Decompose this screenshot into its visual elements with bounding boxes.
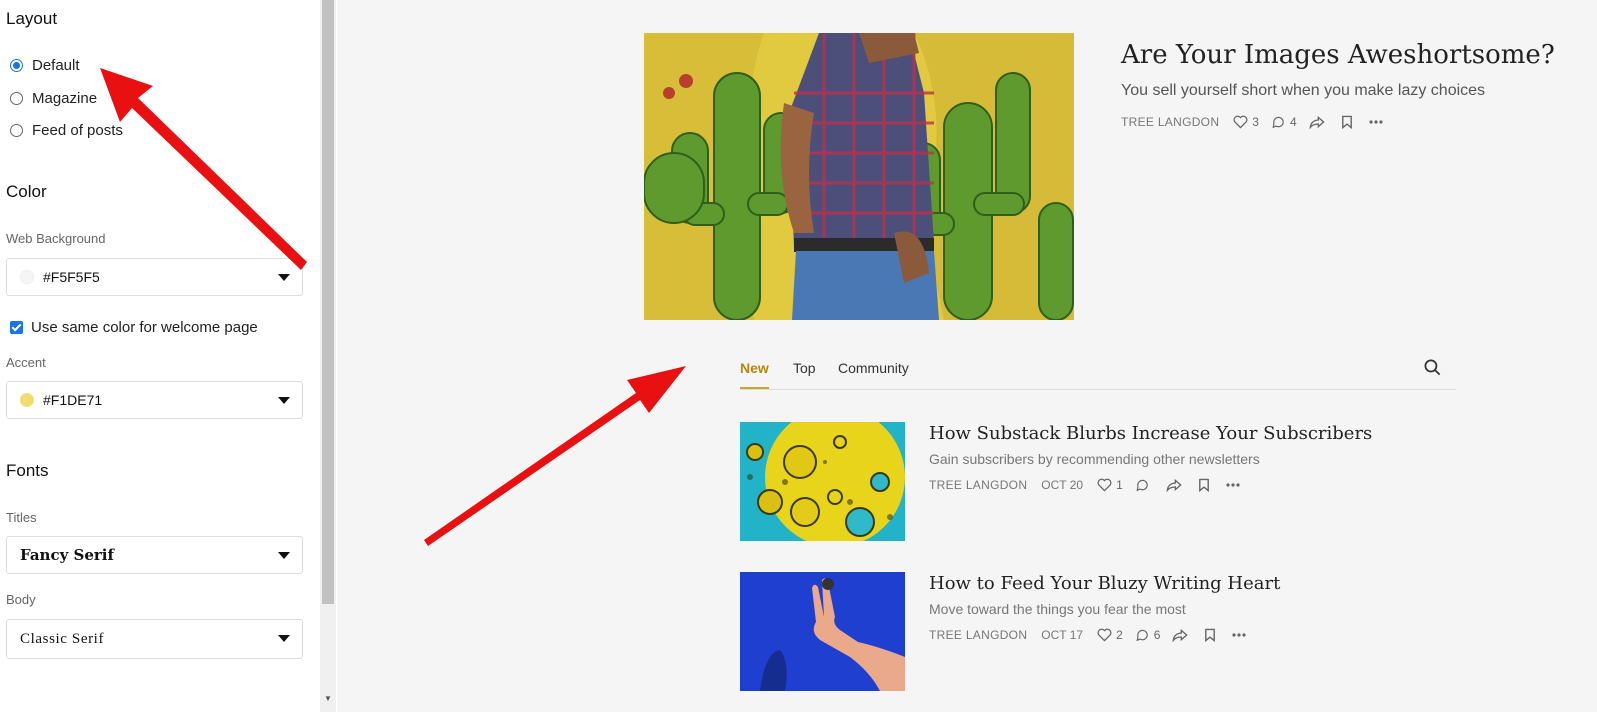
same-color-checkbox-row[interactable]: Use same color for welcome page <box>10 319 258 336</box>
web-background-select[interactable]: #F5F5F5 <box>6 258 303 296</box>
heart-icon <box>1097 478 1112 492</box>
comment-button[interactable] <box>1135 478 1154 492</box>
color-swatch-icon <box>20 270 34 284</box>
radio-feed[interactable] <box>10 124 23 137</box>
like-button[interactable]: 1 <box>1097 478 1123 492</box>
post-date: OCT 20 <box>1041 478 1084 492</box>
share-icon <box>1309 115 1325 129</box>
post-author[interactable]: TREE LANGDON <box>929 478 1027 492</box>
web-background-label: Web Background <box>6 231 106 246</box>
sidebar-scrollbar-thumb[interactable] <box>322 0 334 604</box>
like-button[interactable]: 2 <box>1097 628 1123 642</box>
like-button[interactable]: 3 <box>1233 115 1259 129</box>
bookmark-icon <box>1205 628 1216 642</box>
same-color-checkbox[interactable] <box>10 321 23 334</box>
heart-icon <box>1097 628 1112 642</box>
layout-section-title: Layout <box>6 9 58 28</box>
hero-post-subtitle: You sell yourself short when you make la… <box>1121 82 1486 99</box>
accent-label: Accent <box>6 355 46 370</box>
post-tabs: New Top Community <box>740 352 1456 390</box>
share-button[interactable] <box>1172 628 1192 642</box>
post-meta: TREE LANGDON OCT 17 2 6 <box>929 628 1262 642</box>
post-meta: TREE LANGDON OCT 20 1 <box>929 478 1256 492</box>
bookmark-button[interactable] <box>1204 628 1220 642</box>
more-icon <box>1226 483 1240 487</box>
bookmark-button[interactable] <box>1341 115 1357 129</box>
search-icon[interactable] <box>1423 358 1442 382</box>
layout-option-label: Default <box>32 57 80 74</box>
fonts-section-title: Fonts <box>6 461 49 480</box>
more-button[interactable] <box>1226 483 1244 487</box>
caret-down-icon <box>278 635 290 642</box>
tab-community[interactable]: Community <box>838 360 909 376</box>
tab-new[interactable]: New <box>740 360 769 376</box>
share-icon <box>1172 628 1189 642</box>
hero-post-meta: TREE LANGDON 3 4 <box>1121 115 1399 129</box>
post-date: OCT 17 <box>1041 628 1084 642</box>
color-section-title: Color <box>6 182 47 201</box>
color-swatch-icon <box>20 393 34 407</box>
like-count: 3 <box>1252 115 1259 129</box>
bookmark-button[interactable] <box>1198 478 1214 492</box>
comment-icon <box>1136 629 1148 642</box>
body-font-select[interactable]: Classic Serif <box>6 619 303 659</box>
layout-option-label: Magazine <box>32 90 98 107</box>
post-subtitle: Move toward the things you fear the most <box>929 601 1186 617</box>
comment-count: 6 <box>1153 628 1161 642</box>
share-icon <box>1166 478 1182 492</box>
bookmark-icon <box>1198 478 1209 492</box>
more-button[interactable] <box>1232 633 1250 637</box>
post-title[interactable]: How to Feed Your Bluzy Writing Heart <box>929 573 1280 594</box>
layout-option-feed[interactable]: Feed of posts <box>10 122 123 139</box>
comment-button[interactable]: 4 <box>1271 115 1297 129</box>
share-button[interactable] <box>1309 115 1329 129</box>
comment-button[interactable]: 6 <box>1135 628 1161 642</box>
radio-magazine[interactable] <box>10 92 23 105</box>
more-button[interactable] <box>1369 120 1387 124</box>
titles-font-label: Titles <box>6 510 37 525</box>
post-author[interactable]: TREE LANGDON <box>929 628 1027 642</box>
hero-post-title[interactable]: Are Your Images Aweshortsome? <box>1121 40 1555 70</box>
caret-down-icon <box>278 552 290 559</box>
caret-down-icon <box>278 274 290 281</box>
post-title[interactable]: How Substack Blurbs Increase Your Subscr… <box>929 423 1372 444</box>
accent-select[interactable]: #F1DE71 <box>6 381 303 419</box>
layout-option-default[interactable]: Default <box>10 57 80 74</box>
body-font-value: Classic Serif <box>20 630 105 647</box>
active-tab-indicator <box>740 387 769 389</box>
post-thumbnail[interactable] <box>740 572 905 691</box>
heart-icon <box>1233 115 1248 129</box>
post-thumbnail[interactable] <box>740 422 905 541</box>
layout-option-label: Feed of posts <box>32 122 123 139</box>
post-item[interactable]: How Substack Blurbs Increase Your Subscr… <box>740 422 1456 542</box>
tab-top[interactable]: Top <box>793 360 816 376</box>
like-count: 2 <box>1116 628 1123 642</box>
scroll-down-arrow-icon[interactable]: ▼ <box>324 694 332 703</box>
comment-icon <box>1136 479 1148 492</box>
post-subtitle: Gain subscribers by recommending other n… <box>929 451 1260 467</box>
bookmark-icon <box>1341 115 1352 129</box>
share-button[interactable] <box>1166 478 1186 492</box>
layout-option-magazine[interactable]: Magazine <box>10 90 97 107</box>
more-icon <box>1369 120 1383 124</box>
settings-sidebar: Layout Default Magazine Feed of posts Co… <box>0 0 320 712</box>
titles-font-select[interactable]: Fancy Serif <box>6 536 303 574</box>
comment-count: 4 <box>1289 115 1297 129</box>
comment-icon <box>1272 116 1284 129</box>
radio-default[interactable] <box>10 59 23 72</box>
more-icon <box>1232 633 1247 637</box>
body-font-label: Body <box>6 592 36 607</box>
like-count: 1 <box>1116 478 1123 492</box>
post-author[interactable]: TREE LANGDON <box>1121 115 1219 129</box>
layout-preview: Are Your Images Aweshortsome? You sell y… <box>337 0 1597 712</box>
post-item[interactable]: How to Feed Your Bluzy Writing Heart Mov… <box>740 572 1456 692</box>
web-background-value: #F5F5F5 <box>43 269 100 285</box>
accent-value: #F1DE71 <box>43 392 103 408</box>
titles-font-value: Fancy Serif <box>20 546 114 564</box>
caret-down-icon <box>278 397 290 404</box>
same-color-label: Use same color for welcome page <box>31 319 258 336</box>
hero-image[interactable] <box>644 33 1074 320</box>
